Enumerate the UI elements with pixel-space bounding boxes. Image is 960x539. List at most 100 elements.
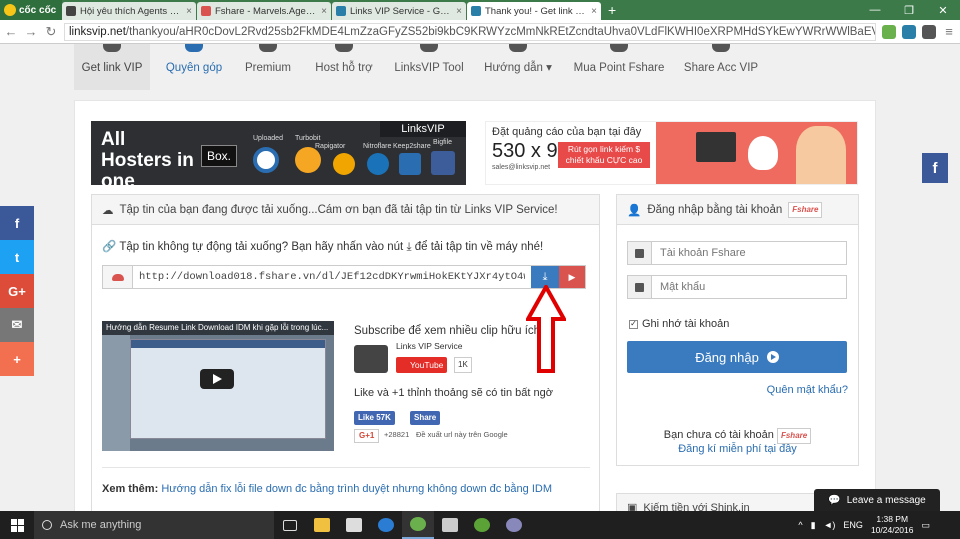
system-tray: ^ ▮ ◄) ENG 1:38 PM 10/24/2016 ▭ [798,514,930,536]
chat-icon: 💬 [828,494,841,506]
close-tab-icon[interactable]: × [456,6,462,17]
photos-icon[interactable] [434,511,466,539]
tab-2[interactable]: Fshare - Marvels.Agents.of× [197,2,331,20]
back-icon[interactable]: ← [4,24,18,39]
tab-favicon-icon [66,6,76,16]
volume-icon[interactable]: ◄) [824,520,836,530]
nav-share-acc[interactable]: Share Acc VIP [680,44,762,90]
more-share-icon[interactable]: + [0,342,34,376]
task-view-icon[interactable] [274,511,306,539]
login-panel: 👤 Đăng nhập bằng tài khoản Fshare ✓ Ghi … [616,194,859,466]
tab-1[interactable]: Hội yêu thích Agents of S.H.× [62,2,196,20]
twitter-share-icon[interactable]: t [0,240,34,274]
extension-icon[interactable] [902,24,916,39]
nav-premium[interactable]: Premium [238,44,298,90]
network-icon[interactable]: ▮ [811,520,816,531]
divider [102,467,590,468]
url-field[interactable]: linksvip.net/thankyou/aHR0cDovL2Rvd25sb2… [64,22,876,41]
youtube-video[interactable]: Hướng dẫn Resume Link Download IDM khi g… [102,321,334,451]
download-link-field[interactable] [133,266,531,288]
nav-donate[interactable]: Quyên góp [160,44,228,90]
list-icon [335,44,353,52]
youtube-subscribe-button[interactable]: YouTube [396,357,448,373]
login-panel-header: 👤 Đăng nhập bằng tài khoản Fshare [617,195,858,225]
tab-4[interactable]: Thank you! - Get link Fshar× [467,2,601,20]
close-tab-icon[interactable]: × [591,6,597,17]
edge-icon[interactable] [370,511,402,539]
remember-checkbox[interactable]: ✓ [629,319,638,329]
new-tab-button[interactable]: + [602,2,622,20]
browser-tabbar: cốc cốc Hội yêu thích Agents of S.H.× Fs… [0,0,960,20]
tray-arrow-icon[interactable]: ^ [798,520,802,530]
no-account-text: Bạn chưa có tài khoản Fshare [617,428,858,444]
address-bar: ← → ↻ linksvip.net/thankyou/aHR0cDovL2Rv… [0,20,960,44]
main-container: All Hosters in one Box. LinksVIP Uploade… [74,100,876,524]
banner-illustration [656,122,857,184]
fshare-logo: Fshare [776,428,812,444]
youtube-channel: Links VIP Service YouTube 1K [354,341,474,375]
password-input[interactable] [652,276,846,298]
user-icon [628,242,652,264]
tab-3[interactable]: Links VIP Service - Get link× [332,2,466,20]
forgot-password-link[interactable]: Quên mật khẩu? [767,384,848,396]
channel-avatar[interactable] [354,345,388,373]
tab-favicon-icon [471,6,481,16]
nav-linksvip-tool[interactable]: LinksVIP Tool [390,44,468,90]
minimize-icon[interactable]: — [858,0,892,20]
menu-icon[interactable]: ≡ [942,24,956,39]
leave-message-button[interactable]: 💬 Leave a message [814,489,940,511]
nav-supported-hosts[interactable]: Host hỗ trợ [310,44,378,90]
money-bag-icon [748,136,778,170]
close-window-icon[interactable]: ✕ [926,0,960,20]
facebook-share-icon[interactable]: f [0,206,34,240]
see-more-link[interactable]: Hướng dẫn fix lỗi file down đc bằng trìn… [161,483,552,495]
keep2share-icon [399,153,421,175]
extension-icon[interactable] [922,24,936,39]
coccoc-icon [4,4,16,16]
banner-hosters[interactable]: All Hosters in one Box. LinksVIP Uploade… [91,121,466,185]
cart-icon [610,44,628,52]
download-panel: ☁ Tập tin của bạn đang được tải xuống...… [91,194,600,524]
nav-guide[interactable]: Hướng dẫn ▾ [480,44,556,90]
person-illustration [796,126,846,184]
extension-icon[interactable] [882,24,896,39]
coccoc-taskbar-icon[interactable] [402,511,434,539]
forward-icon[interactable]: → [24,24,38,39]
store-icon[interactable] [338,511,370,539]
play-video-icon[interactable] [200,369,234,389]
play-icon: ▶ [568,271,576,282]
register-link[interactable]: Đăng kí miễn phí tại đây [617,443,858,455]
banner-ad[interactable]: Đặt quảng cáo của bạn tại đây 530 x 90 s… [485,121,858,185]
maximize-icon[interactable]: ❐ [892,0,926,20]
utorrent-icon[interactable] [466,511,498,539]
taskbar: Ask me anything ^ ▮ ◄) ENG 1:38 PM 10/24… [0,511,960,539]
facebook-share-button[interactable]: Share [410,411,441,425]
remember-me[interactable]: ✓ Ghi nhớ tài khoản [629,318,729,330]
facebook-like-button[interactable]: Like 57K [354,411,395,425]
email-share-icon[interactable]: ✉ [0,308,34,342]
user-icon: 👤 [627,204,642,217]
google-plus-button[interactable]: G+1 [354,429,380,443]
clock[interactable]: 1:38 PM 10/24/2016 [871,514,914,536]
reload-icon[interactable]: ↻ [44,24,58,40]
taskbar-search[interactable]: Ask me anything [34,511,274,539]
browser-logo[interactable]: cốc cốc [0,0,62,20]
window-controls: — ❐ ✕ [858,0,960,20]
file-explorer-icon[interactable] [306,511,338,539]
username-input[interactable] [652,242,846,264]
download-hint: 🔗 Tập tin không tự động tải xuống? Bạn h… [102,241,544,253]
start-button[interactable] [0,511,34,539]
link-icon: 🔗 [102,241,117,253]
star-icon [259,44,277,52]
close-tab-icon[interactable]: × [186,6,192,17]
nav-get-link-vip[interactable]: Get link VIP [74,44,150,90]
bigfile-icon [431,151,455,175]
password-field [627,275,847,299]
facebook-float-icon[interactable]: f [922,153,948,183]
notifications-icon[interactable]: ▭ [921,520,930,531]
close-tab-icon[interactable]: × [321,6,327,17]
google-plus-share-icon[interactable]: G+ [0,274,34,308]
paint-icon[interactable] [498,511,530,539]
login-button[interactable]: Đăng nhập [627,341,847,373]
nav-buy-point[interactable]: Mua Point Fshare [570,44,668,90]
